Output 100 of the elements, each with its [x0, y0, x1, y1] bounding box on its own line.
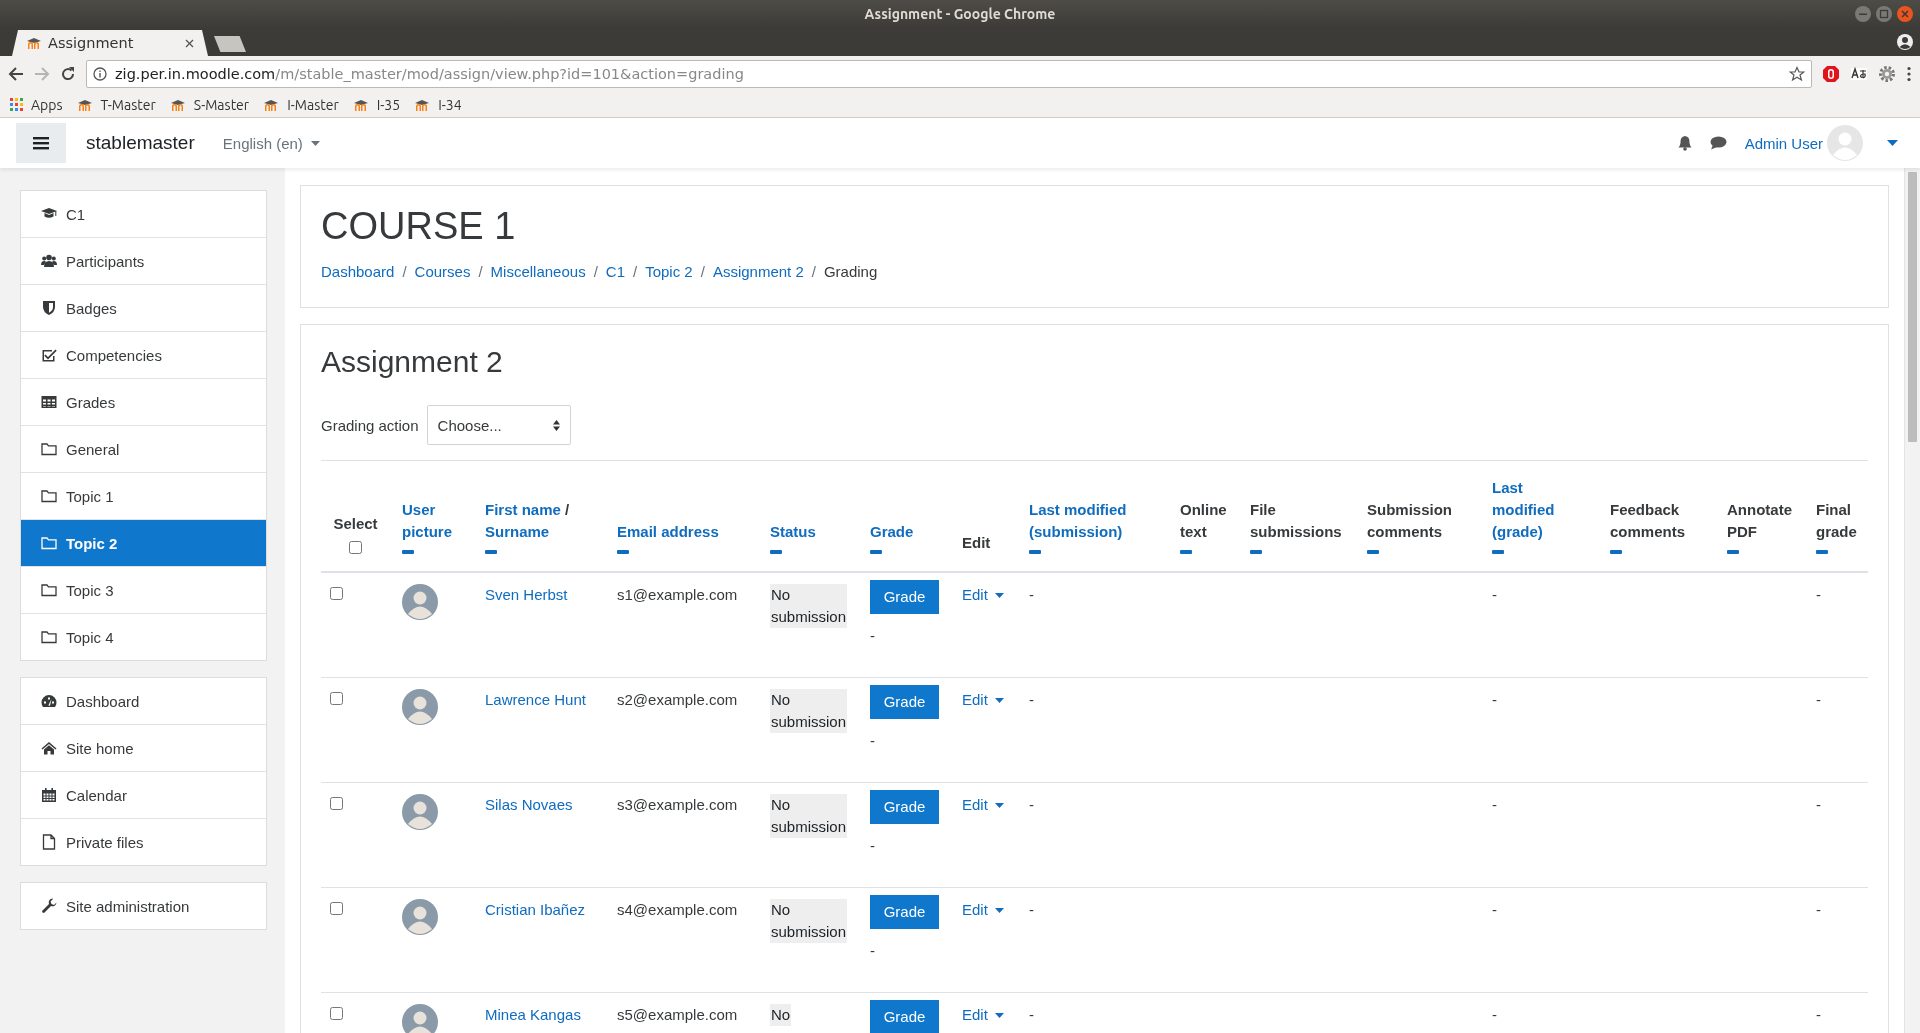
- chat-icon[interactable]: [1709, 136, 1727, 150]
- hat-icon: [76, 98, 93, 111]
- menu-button[interactable]: [16, 123, 66, 163]
- bookmark[interactable]: I-Master: [263, 96, 339, 113]
- star-icon[interactable]: [1789, 66, 1805, 82]
- column-header: File submissions: [1250, 500, 1343, 542]
- table-cell: -: [1029, 586, 1034, 603]
- breadcrumb-link[interactable]: Miscellaneous: [490, 263, 586, 280]
- scrollbar[interactable]: [1904, 168, 1920, 1033]
- edit-menu[interactable]: Edit: [962, 794, 1004, 816]
- nav-item[interactable]: Dashboard: [21, 678, 266, 724]
- close-icon[interactable]: [185, 38, 194, 48]
- row-checkbox[interactable]: [330, 692, 343, 705]
- separator: /: [565, 501, 570, 518]
- user-menu[interactable]: Admin User: [1744, 125, 1863, 161]
- breadcrumb-separator: /: [700, 263, 705, 280]
- row-checkbox[interactable]: [330, 587, 343, 600]
- column-header[interactable]: First name: [485, 501, 561, 518]
- column-header[interactable]: Status: [770, 521, 816, 543]
- address-bar[interactable]: zig.per.in.moodle.com/m/stable_master/mod/assign/view.php?id=101&action=grading: [86, 60, 1812, 88]
- bookmark[interactable]: I-34: [414, 96, 462, 113]
- hat-icon: [414, 98, 431, 111]
- user-link[interactable]: Silas Novaes: [485, 796, 573, 813]
- column-header: Select: [333, 514, 378, 534]
- nav-item[interactable]: Topic 3: [21, 566, 266, 613]
- translate-icon[interactable]: [1850, 65, 1868, 83]
- extension-icon[interactable]: [1822, 65, 1840, 83]
- nav-item[interactable]: Competencies: [21, 331, 266, 378]
- breadcrumb-link[interactable]: Assignment 2: [712, 263, 804, 280]
- grade-button[interactable]: Grade: [870, 685, 939, 719]
- nav-item[interactable]: General: [21, 425, 266, 472]
- bookmark[interactable]: I-35: [352, 96, 401, 113]
- caret-icon: [994, 592, 1004, 598]
- browser-tab[interactable]: Assignment: [12, 30, 208, 56]
- edit-menu[interactable]: Edit: [962, 899, 1004, 921]
- column-header[interactable]: User picture: [402, 499, 461, 543]
- nav-item[interactable]: Site administration: [21, 883, 266, 929]
- reload-icon[interactable]: [60, 66, 76, 82]
- nav-item[interactable]: Participants: [21, 237, 266, 284]
- row-checkbox[interactable]: [330, 1007, 343, 1020]
- column-header[interactable]: Last modified (grade): [1492, 477, 1586, 543]
- minimize-icon[interactable]: [1854, 5, 1872, 23]
- maximize-icon[interactable]: [1875, 5, 1893, 23]
- nav-item[interactable]: Grades: [21, 378, 266, 425]
- back-icon[interactable]: [8, 66, 24, 82]
- table-cell: -: [1816, 901, 1821, 918]
- site-name[interactable]: stablemaster: [86, 132, 195, 154]
- edit-menu[interactable]: Edit: [962, 689, 1004, 711]
- grade-button[interactable]: Grade: [870, 580, 939, 614]
- bookmark[interactable]: Apps: [10, 96, 63, 113]
- gauge-icon: [41, 693, 57, 709]
- row-checkbox[interactable]: [330, 797, 343, 810]
- table-cell: -: [1816, 1006, 1821, 1023]
- folder-icon: [41, 488, 57, 504]
- language-menu[interactable]: English (en): [222, 134, 320, 152]
- caret-icon[interactable]: [1887, 140, 1898, 146]
- new-tab-button[interactable]: [214, 36, 246, 52]
- bookmark[interactable]: S-Master: [169, 96, 250, 113]
- status-label: No submission: [770, 584, 848, 628]
- column-header[interactable]: Surname: [485, 523, 550, 540]
- nav-item[interactable]: Calendar: [21, 771, 266, 818]
- shield-icon: [41, 300, 57, 316]
- course-title: COURSE 1: [321, 204, 517, 249]
- nav-item[interactable]: C1: [21, 191, 266, 237]
- nav-item[interactable]: Site home: [21, 724, 266, 771]
- bookmark[interactable]: T-Master: [76, 96, 156, 113]
- nav-item[interactable]: Topic 2: [21, 519, 266, 566]
- profile-icon[interactable]: [1896, 33, 1914, 51]
- user-link[interactable]: Lawrence Hunt: [485, 691, 586, 708]
- column-header[interactable]: Grade: [870, 521, 914, 543]
- breadcrumb-link[interactable]: Dashboard: [321, 263, 395, 280]
- edit-menu[interactable]: Edit: [962, 1004, 1004, 1026]
- column-header[interactable]: Last modified (submission): [1029, 499, 1156, 543]
- grade-button[interactable]: Grade: [870, 790, 939, 824]
- table-cell: s3@example.com: [617, 796, 738, 813]
- row-checkbox[interactable]: [330, 902, 343, 915]
- grade-button[interactable]: Grade: [870, 1000, 939, 1033]
- column-header: Final grade: [1816, 500, 1858, 542]
- breadcrumb-link[interactable]: Courses: [414, 263, 471, 280]
- select-all-checkbox[interactable]: [349, 541, 362, 554]
- nav-item[interactable]: Private files: [21, 818, 266, 865]
- bell-icon[interactable]: [1677, 135, 1692, 151]
- user-link[interactable]: Minea Kangas: [485, 1006, 581, 1023]
- nav-item[interactable]: Badges: [21, 284, 266, 331]
- edit-menu[interactable]: Edit: [962, 584, 1004, 606]
- user-link[interactable]: Sven Herbst: [485, 586, 568, 603]
- breadcrumb-link[interactable]: Topic 2: [645, 263, 693, 280]
- gear-icon[interactable]: [1878, 65, 1896, 83]
- breadcrumb-link[interactable]: C1: [605, 263, 625, 280]
- grading-action-select[interactable]: Choose...: [426, 405, 571, 445]
- hat-icon: [169, 98, 186, 111]
- caret-icon: [994, 697, 1004, 703]
- menu-icon[interactable]: [1906, 66, 1912, 82]
- table-cell-text: -: [870, 626, 875, 646]
- grade-button[interactable]: Grade: [870, 895, 939, 929]
- nav-item[interactable]: Topic 4: [21, 613, 266, 660]
- column-header[interactable]: Email address: [617, 521, 719, 543]
- close-icon[interactable]: [1896, 5, 1914, 23]
- user-link[interactable]: Cristian Ibañez: [485, 901, 586, 918]
- table-cell-text: -: [870, 941, 875, 961]
